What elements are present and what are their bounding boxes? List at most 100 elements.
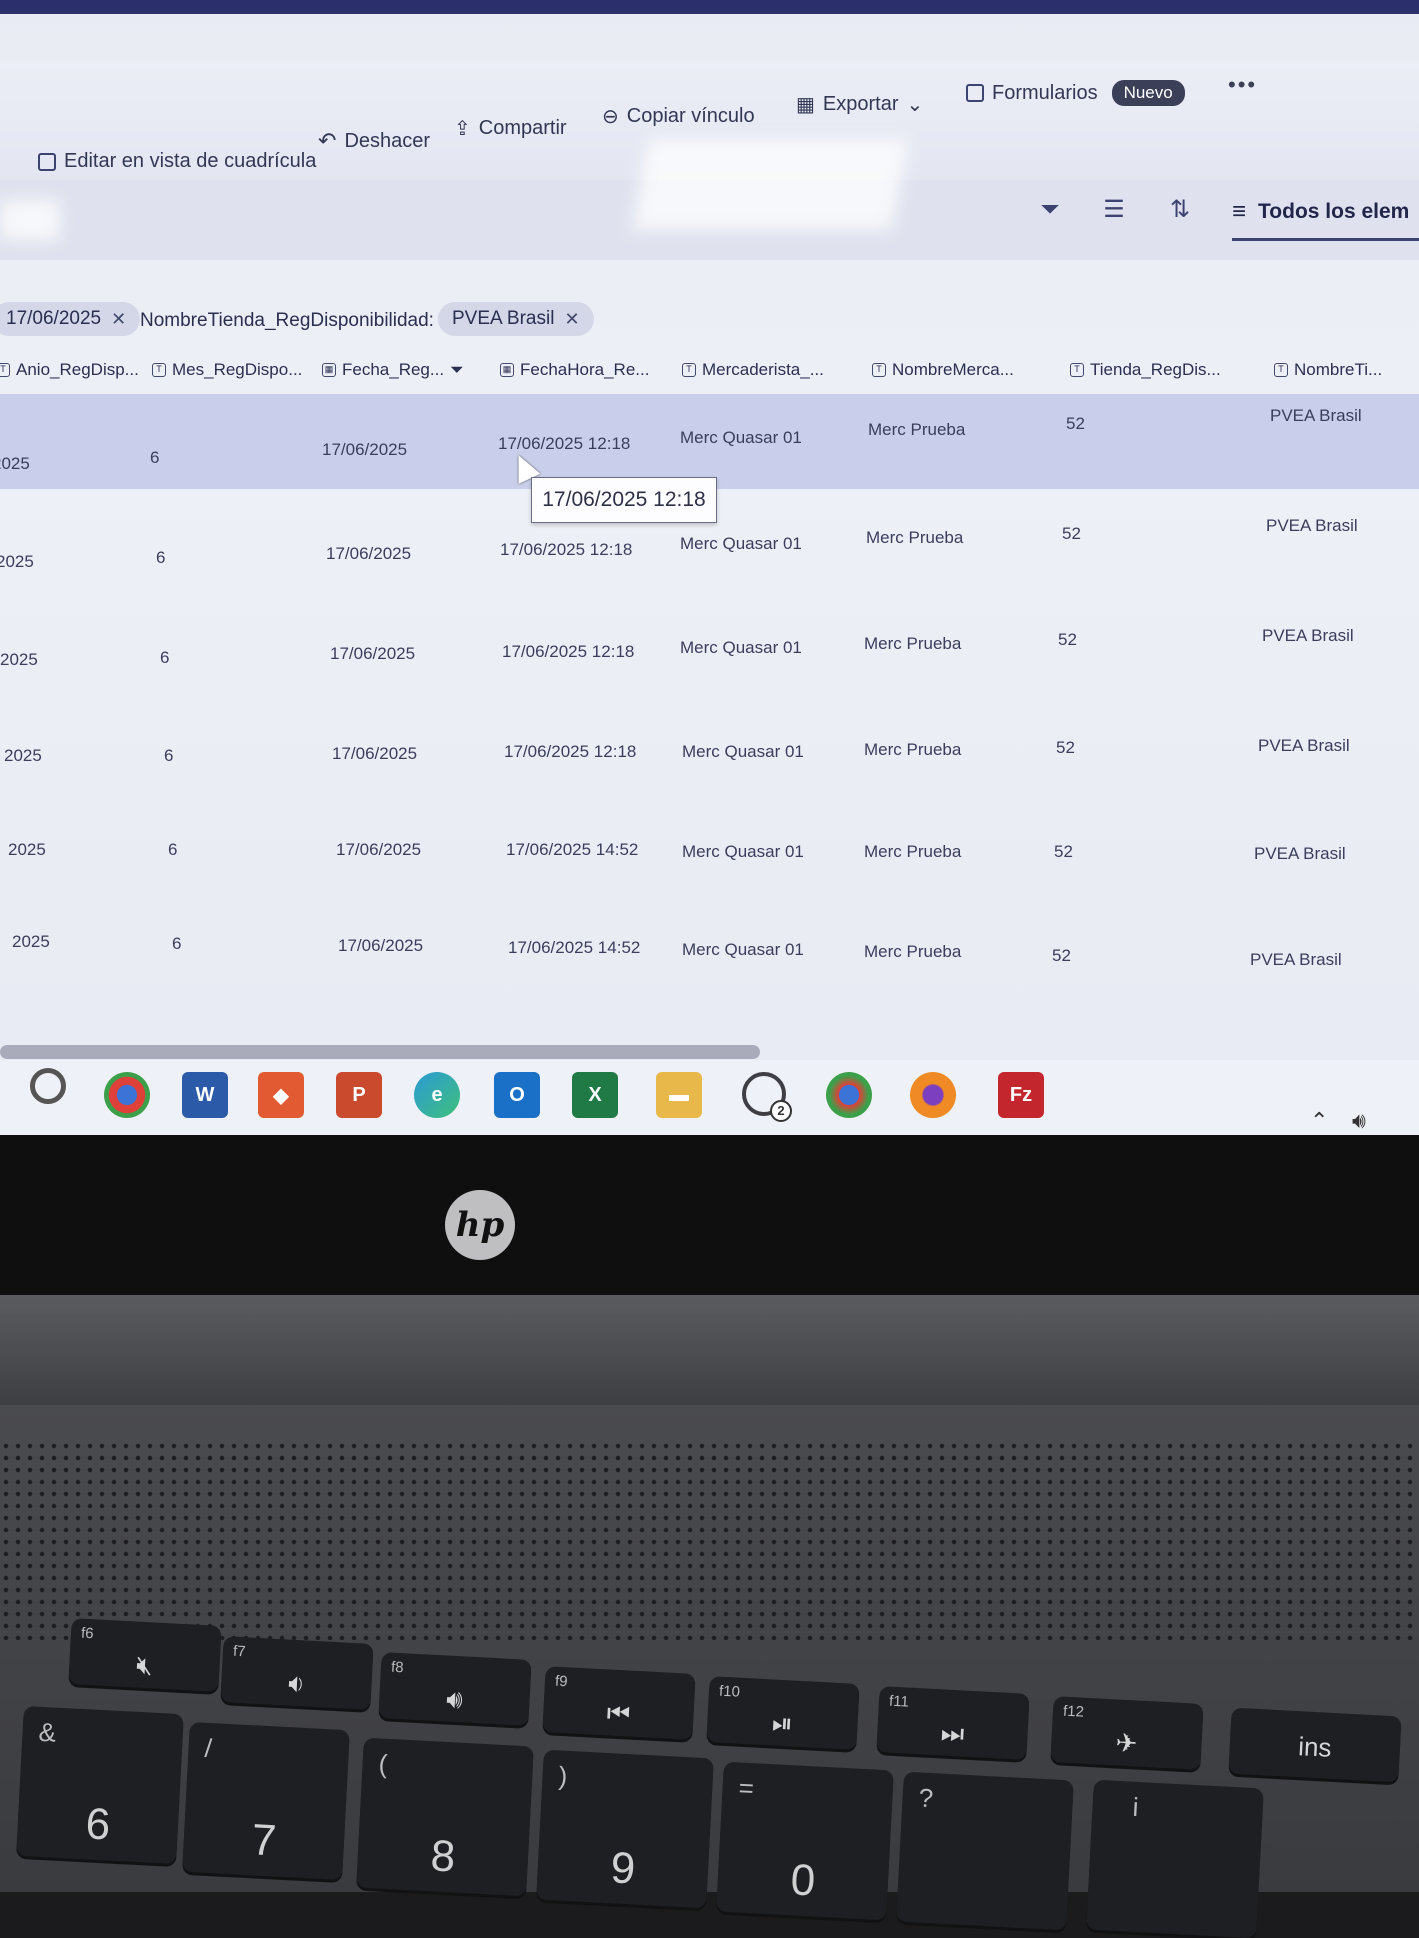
cell-fechahora: 17/06/2025 12:18 bbox=[498, 434, 631, 453]
key-label: i bbox=[1131, 1791, 1140, 1822]
cell-anio: 2025 bbox=[0, 650, 38, 669]
copy-link-button[interactable]: ⊖ Copiar vínculo bbox=[602, 104, 755, 129]
notification-badge: 2 bbox=[770, 1100, 792, 1122]
mute-icon: 🔇︎ bbox=[135, 1649, 154, 1681]
key-0[interactable]: = 0 bbox=[716, 1761, 894, 1921]
sort-icon[interactable]: ⇅ bbox=[1166, 196, 1194, 224]
more-options-button[interactable]: ••• bbox=[1228, 72, 1257, 98]
key-f8[interactable]: f8 🔊︎ bbox=[378, 1652, 532, 1726]
column-header-label: NombreMerca... bbox=[892, 360, 1014, 379]
key-8[interactable]: (8 bbox=[356, 1737, 534, 1897]
edit-grid-label: Editar en vista de cuadrícula bbox=[64, 150, 317, 172]
date-filter-chip[interactable]: 17/06/2025 ✕ bbox=[0, 302, 141, 336]
column-header-nombremerca[interactable]: T NombreMerca... bbox=[872, 360, 1014, 380]
export-button[interactable]: ▦ Exportar ⌄ bbox=[796, 92, 923, 117]
view-selector[interactable]: ≡ Todos los elem bbox=[1232, 186, 1419, 241]
store-filter-label: NombreTienda_RegDisponibilidad: bbox=[140, 310, 434, 331]
laptop-hinge bbox=[0, 1295, 1419, 1405]
key-f12[interactable]: f12 ✈ bbox=[1050, 1696, 1204, 1770]
whatsapp-icon[interactable]: 2 bbox=[742, 1072, 792, 1122]
cell-fechahora: 17/06/2025 12:18 bbox=[504, 742, 637, 761]
key-i[interactable]: i bbox=[1086, 1779, 1264, 1938]
table-row[interactable]: 2025 6 17/06/2025 17/06/2025 12:18 Merc … bbox=[0, 610, 1419, 705]
edit-grid-button[interactable]: Editar en vista de cuadrícula bbox=[38, 150, 316, 173]
table-row[interactable]: 2025 6 17/06/2025 17/06/2025 12:18 Merc … bbox=[0, 394, 1419, 489]
outlook-icon[interactable]: O bbox=[494, 1072, 540, 1118]
cell-fecha: 17/06/2025 bbox=[336, 840, 422, 859]
key-9[interactable]: ) 9 bbox=[536, 1749, 714, 1909]
text-type-icon: T bbox=[872, 363, 886, 377]
key-label: f11 bbox=[888, 1692, 910, 1711]
cell-mes: 6 bbox=[168, 840, 178, 859]
column-header-fechahora[interactable]: ▦ FechaHora_Re... bbox=[500, 360, 649, 380]
next-track-icon: ⏭ bbox=[940, 1717, 965, 1749]
key-6[interactable]: & 6 bbox=[16, 1705, 184, 1865]
column-header-fecha[interactable]: ▦ Fecha_Reg... ⏷ bbox=[322, 360, 464, 380]
powerpoint-icon[interactable]: P bbox=[336, 1072, 382, 1118]
cortana-icon[interactable] bbox=[30, 1068, 66, 1104]
column-header-mes[interactable]: T Mes_RegDispo... bbox=[152, 360, 302, 380]
chrome-icon[interactable] bbox=[104, 1072, 150, 1118]
new-badge: Nuevo bbox=[1111, 80, 1185, 106]
chrome-profile-icon[interactable] bbox=[826, 1072, 872, 1118]
forms-button[interactable]: Formularios Nuevo bbox=[966, 80, 1185, 106]
screen-bezel bbox=[0, 1135, 1419, 1295]
column-header-mercaderista[interactable]: T Mercaderista_... bbox=[682, 360, 824, 380]
firefox-icon[interactable] bbox=[910, 1072, 956, 1118]
filter-icon[interactable]: ⏷ bbox=[1036, 196, 1064, 224]
key-label: 8 bbox=[429, 1831, 457, 1882]
cell-anio: 2025 bbox=[0, 454, 30, 473]
close-icon[interactable]: ✕ bbox=[564, 309, 579, 330]
cell-mercaderista: Merc Quasar 01 bbox=[680, 428, 802, 447]
file-explorer-icon[interactable]: ▬ bbox=[656, 1072, 702, 1118]
brave-icon[interactable]: ◆ bbox=[258, 1072, 304, 1118]
column-header-anio[interactable]: T Anio_RegDisp... bbox=[0, 360, 139, 380]
key-f10[interactable]: f10 ⏯ bbox=[706, 1676, 860, 1750]
copy-link-label: Copiar vínculo bbox=[626, 105, 755, 127]
cell-nombretienda: PVEA Brasil bbox=[1254, 844, 1346, 863]
share-button[interactable]: ⇪ Compartir bbox=[454, 116, 567, 141]
link-icon: ⊖ bbox=[602, 106, 619, 128]
table-row[interactable]: 2025 6 17/06/2025 17/06/2025 12:18 Merc … bbox=[0, 710, 1419, 805]
key-f9[interactable]: f9 ⏮ bbox=[542, 1666, 696, 1740]
calendar-icon: ▦ bbox=[500, 363, 514, 377]
table-row[interactable]: 2025 6 17/06/2025 17/06/2025 14:52 Merc … bbox=[0, 810, 1419, 905]
group-by-icon[interactable]: ☰ bbox=[1100, 196, 1128, 224]
horizontal-scrollbar[interactable] bbox=[0, 1045, 760, 1059]
edge-icon[interactable]: e bbox=[414, 1072, 460, 1118]
chevron-up-icon[interactable]: ⌃ bbox=[1310, 1108, 1328, 1134]
key-ins[interactable]: ins bbox=[1228, 1707, 1402, 1783]
cell-tooltip: 17/06/2025 12:18 bbox=[531, 477, 717, 523]
cell-nombretienda: PVEA Brasil bbox=[1250, 950, 1342, 969]
view-selector-label: Todos los elem bbox=[1258, 200, 1410, 223]
store-filter-chip[interactable]: PVEA Brasil ✕ bbox=[438, 302, 594, 336]
cell-nombretienda: PVEA Brasil bbox=[1258, 736, 1350, 755]
export-label: Exportar bbox=[822, 93, 899, 115]
filezilla-icon[interactable]: Fz bbox=[998, 1072, 1044, 1118]
key-question[interactable]: ? bbox=[896, 1771, 1074, 1931]
key-f7[interactable]: f7 🔉︎ bbox=[220, 1636, 374, 1710]
undo-button[interactable]: ↶ Deshacer bbox=[318, 128, 430, 154]
table-row[interactable]: 2025 6 17/06/2025 17/06/2025 14:52 Merc … bbox=[0, 906, 1419, 1001]
key-7[interactable]: /7 bbox=[182, 1721, 350, 1881]
close-icon[interactable]: ✕ bbox=[111, 309, 126, 330]
column-header-tienda[interactable]: T Tienda_RegDis... bbox=[1070, 360, 1221, 380]
cell-tienda: 52 bbox=[1058, 630, 1077, 649]
cell-fechahora: 17/06/2025 12:18 bbox=[502, 642, 635, 661]
key-shift-label: ? bbox=[917, 1782, 934, 1814]
table-row[interactable]: 2025 6 17/06/2025 17/06/2025 12:18 Merc … bbox=[0, 510, 1419, 605]
cell-mercaderista: Merc Quasar 01 bbox=[680, 638, 802, 657]
word-icon[interactable]: W bbox=[182, 1072, 228, 1118]
column-header-label: FechaHora_Re... bbox=[520, 360, 650, 379]
chevron-down-icon: ⌄ bbox=[906, 94, 924, 116]
cell-mercaderista: Merc Quasar 01 bbox=[680, 534, 802, 553]
cell-mercaderista: Merc Quasar 01 bbox=[682, 842, 804, 861]
cell-fechahora: 17/06/2025 14:52 bbox=[508, 938, 641, 957]
key-f6[interactable]: f6 🔇︎ bbox=[68, 1618, 222, 1692]
excel-icon[interactable]: X bbox=[572, 1072, 618, 1118]
volume-icon[interactable]: 🔊︎ bbox=[1352, 1108, 1366, 1134]
cell-nombretienda: PVEA Brasil bbox=[1270, 406, 1362, 425]
cell-nombretienda: PVEA Brasil bbox=[1262, 626, 1354, 645]
column-header-nombretienda[interactable]: T NombreTi... bbox=[1274, 360, 1382, 380]
key-f11[interactable]: f11 ⏭ bbox=[876, 1686, 1030, 1760]
